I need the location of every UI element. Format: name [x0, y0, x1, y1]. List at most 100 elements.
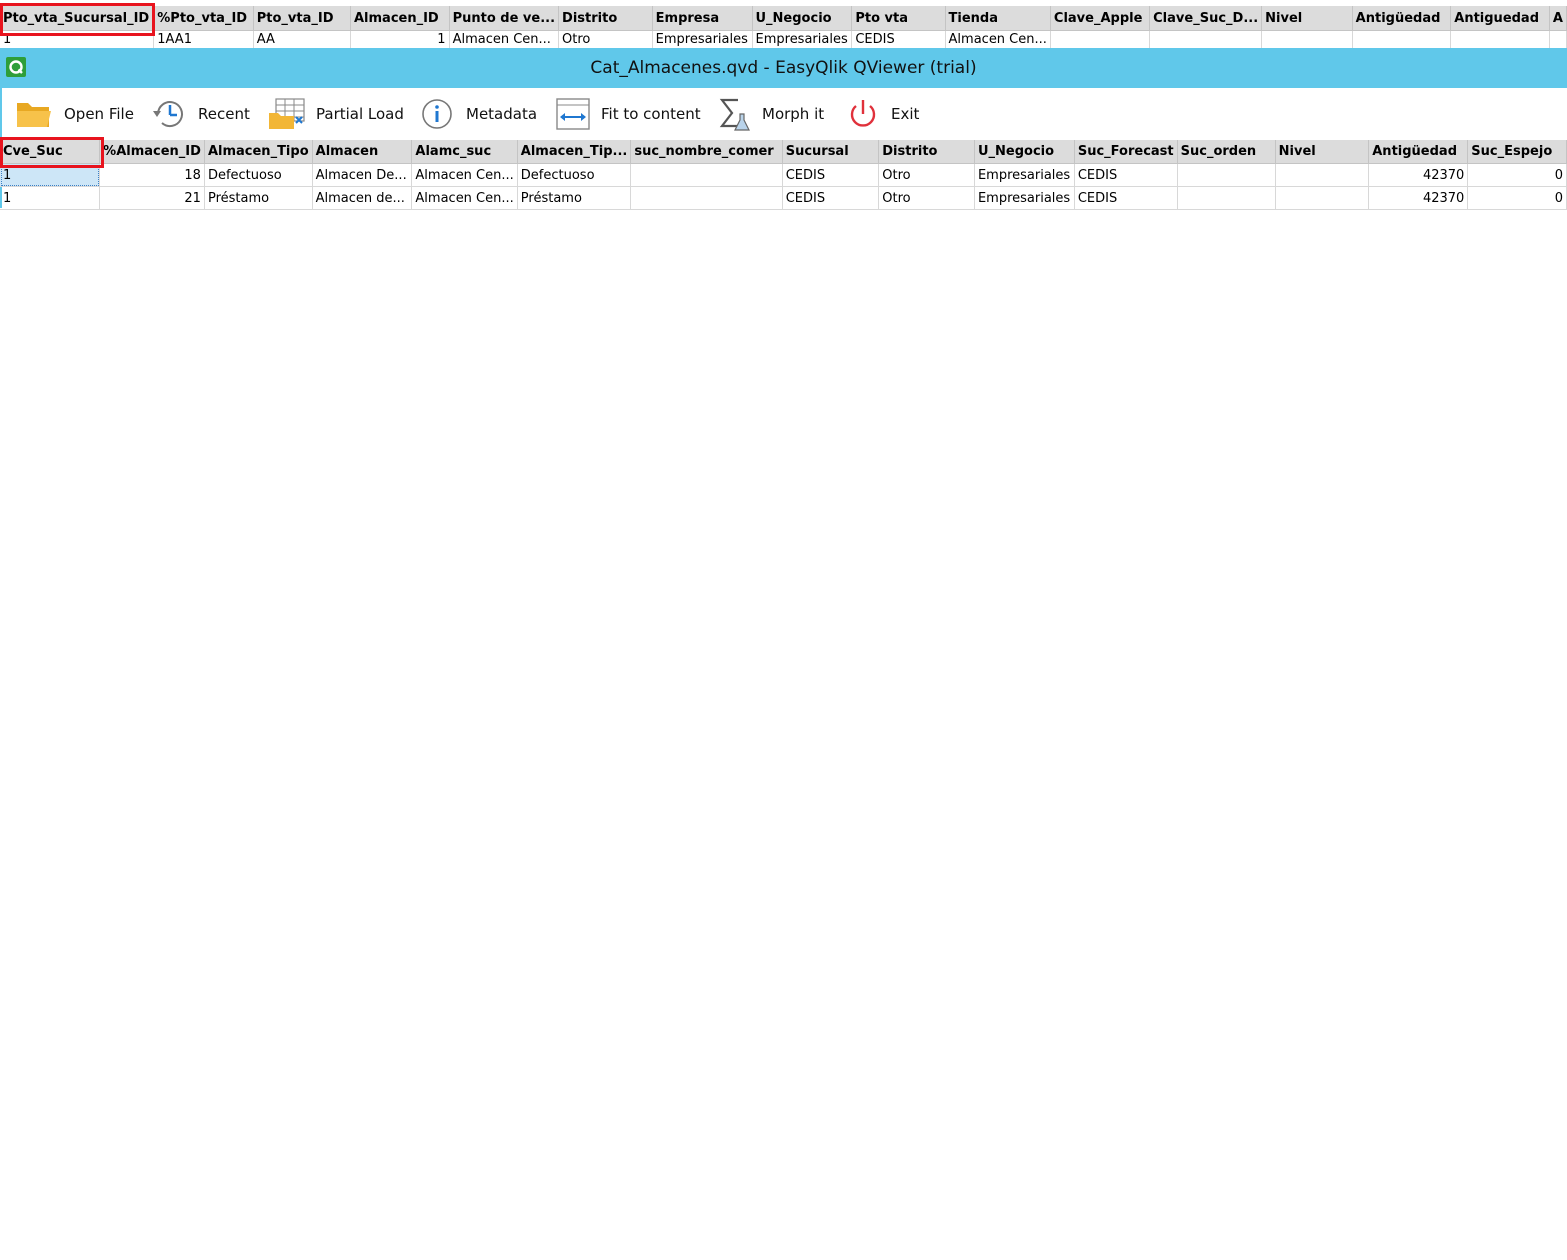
table-cell[interactable]: 21 [99, 186, 205, 210]
open-file-button[interactable]: Open File [14, 96, 134, 132]
column-header[interactable]: Almacen_ID [350, 6, 450, 31]
table-cell[interactable]: Almacen Cen... [449, 30, 560, 49]
column-header[interactable]: U_Negocio [974, 140, 1075, 164]
column-header[interactable]: suc_nombre_comer [630, 140, 783, 164]
column-header[interactable]: Distrito [878, 140, 975, 164]
table-cell[interactable] [1275, 186, 1370, 210]
column-header[interactable]: Antigüedad [1352, 6, 1452, 31]
background-data-grid: Pto_vta_Sucursal_ID %Pto_vta_ID Pto_vta_… [0, 6, 1567, 49]
column-header[interactable]: Suc_orden [1177, 140, 1276, 164]
column-header[interactable]: Pto vta [851, 6, 946, 31]
table-cell[interactable]: Empresariales [974, 163, 1075, 187]
table-cell[interactable]: CEDIS [1074, 186, 1178, 210]
table-cell[interactable] [1450, 30, 1550, 49]
column-header[interactable]: Suc_Forecast [1074, 140, 1178, 164]
table-cell[interactable]: Almacen Cen... [945, 30, 1051, 49]
table-cell[interactable]: Defectuoso [204, 163, 313, 187]
column-header[interactable]: Suc_Espejo [1467, 140, 1567, 164]
table-cell[interactable]: CEDIS [851, 30, 946, 49]
table-cell[interactable]: Almacen de... [312, 186, 413, 210]
table-cell[interactable]: Otro [558, 30, 653, 49]
table-cell[interactable]: CEDIS [1074, 163, 1178, 187]
power-icon [850, 100, 876, 127]
metadata-button[interactable]: Metadata [420, 96, 537, 132]
column-header[interactable]: Antigüedad [1368, 140, 1469, 164]
table-cell[interactable]: 0 [1467, 186, 1567, 210]
column-header[interactable]: Alamc_suc [411, 140, 518, 164]
table-cell[interactable]: CEDIS [782, 186, 880, 210]
column-header[interactable]: Pto_vta_ID [253, 6, 351, 31]
recent-label: Recent [198, 105, 250, 123]
table-cell[interactable] [1177, 163, 1276, 187]
table-cell[interactable]: 1 [0, 163, 101, 187]
column-header[interactable]: Antiguedad [1450, 6, 1550, 31]
column-header[interactable]: U_Negocio [752, 6, 853, 31]
data-grid: Cve_Suc %Almacen_ID Almacen_Tipo Almacen… [0, 140, 1567, 210]
column-header[interactable]: Clave_Suc_D... [1149, 6, 1263, 31]
table-cell[interactable]: Empresariales [752, 30, 853, 49]
table-row[interactable]: 1 21 Préstamo Almacen de... Almacen Cen.… [0, 186, 1567, 210]
column-header[interactable]: Nivel [1275, 140, 1370, 164]
partial-load-button[interactable]: Partial Load [268, 96, 404, 132]
table-cell[interactable]: Almacen Cen... [411, 186, 518, 210]
table-cell[interactable]: 42370 [1368, 186, 1469, 210]
column-header[interactable]: %Pto_vta_ID [153, 6, 254, 31]
table-cell[interactable]: Empresariales [652, 30, 753, 49]
column-header[interactable]: Distrito [558, 6, 653, 31]
window-titlebar[interactable]: Cat_Almacenes.qvd - EasyQlik QViewer (tr… [0, 48, 1567, 88]
open-file-label: Open File [64, 105, 134, 123]
exit-label: Exit [891, 105, 920, 123]
morph-it-button[interactable]: Morph it [716, 96, 824, 132]
table-cell[interactable]: Préstamo [204, 186, 313, 210]
column-header[interactable]: A [1549, 6, 1567, 31]
table-cell[interactable] [630, 163, 783, 187]
table-cell[interactable] [1352, 30, 1452, 49]
exit-button[interactable]: Exit [845, 96, 919, 132]
table-cell[interactable]: 0 [1467, 163, 1567, 187]
partial-load-icon [269, 98, 305, 129]
column-header[interactable]: Almacen [312, 140, 413, 164]
column-header[interactable]: Punto de ve... [449, 6, 560, 31]
column-header[interactable]: Sucursal [782, 140, 880, 164]
column-header[interactable]: Nivel [1261, 6, 1353, 31]
recent-button[interactable]: Recent [150, 96, 250, 132]
header-row: Cve_Suc %Almacen_ID Almacen_Tipo Almacen… [0, 140, 1567, 164]
sigma-flask-icon [719, 98, 750, 131]
table-cell[interactable]: CEDIS [782, 163, 880, 187]
table-cell[interactable]: Otro [878, 186, 975, 210]
table-cell[interactable]: Almacen Cen... [411, 163, 518, 187]
column-header[interactable]: Pto_vta_Sucursal_ID [0, 6, 155, 31]
column-header[interactable]: Tienda [945, 6, 1051, 31]
table-cell[interactable] [1275, 163, 1370, 187]
metadata-label: Metadata [466, 105, 538, 123]
table-cell[interactable]: Defectuoso [517, 163, 632, 187]
table-cell[interactable]: 1 [0, 186, 101, 210]
column-header[interactable]: %Almacen_ID [99, 140, 205, 164]
table-cell[interactable] [1177, 186, 1276, 210]
folder-icon [17, 103, 51, 127]
fit-to-content-button[interactable]: Fit to content [555, 96, 701, 132]
table-cell[interactable]: 1 [350, 30, 450, 49]
table-cell[interactable]: Almacen De... [312, 163, 413, 187]
table-cell[interactable]: AA [253, 30, 351, 49]
fit-to-content-icon [556, 98, 590, 130]
table-row[interactable]: 1 1AA1 AA 1 Almacen Cen... Otro Empresar… [0, 30, 1567, 49]
table-cell[interactable] [1149, 30, 1263, 49]
table-cell[interactable]: Empresariales [974, 186, 1075, 210]
table-cell[interactable] [630, 186, 783, 210]
table-cell[interactable]: Otro [878, 163, 975, 187]
table-cell[interactable]: Préstamo [517, 186, 632, 210]
table-cell[interactable]: 42370 [1368, 163, 1469, 187]
column-header[interactable]: Cve_Suc [0, 140, 101, 164]
column-header[interactable]: Empresa [652, 6, 753, 31]
column-header[interactable]: Clave_Apple [1050, 6, 1151, 31]
table-cell[interactable]: 1AA1 [153, 30, 254, 49]
table-cell[interactable]: 1 [0, 30, 155, 49]
column-header[interactable]: Almacen_Tip... [517, 140, 632, 164]
column-header[interactable]: Almacen_Tipo [204, 140, 313, 164]
table-cell[interactable] [1549, 30, 1567, 49]
table-cell[interactable]: 18 [99, 163, 205, 187]
table-row[interactable]: 1 18 Defectuoso Almacen De... Almacen Ce… [0, 163, 1567, 187]
table-cell[interactable] [1261, 30, 1353, 49]
table-cell[interactable] [1050, 30, 1151, 49]
